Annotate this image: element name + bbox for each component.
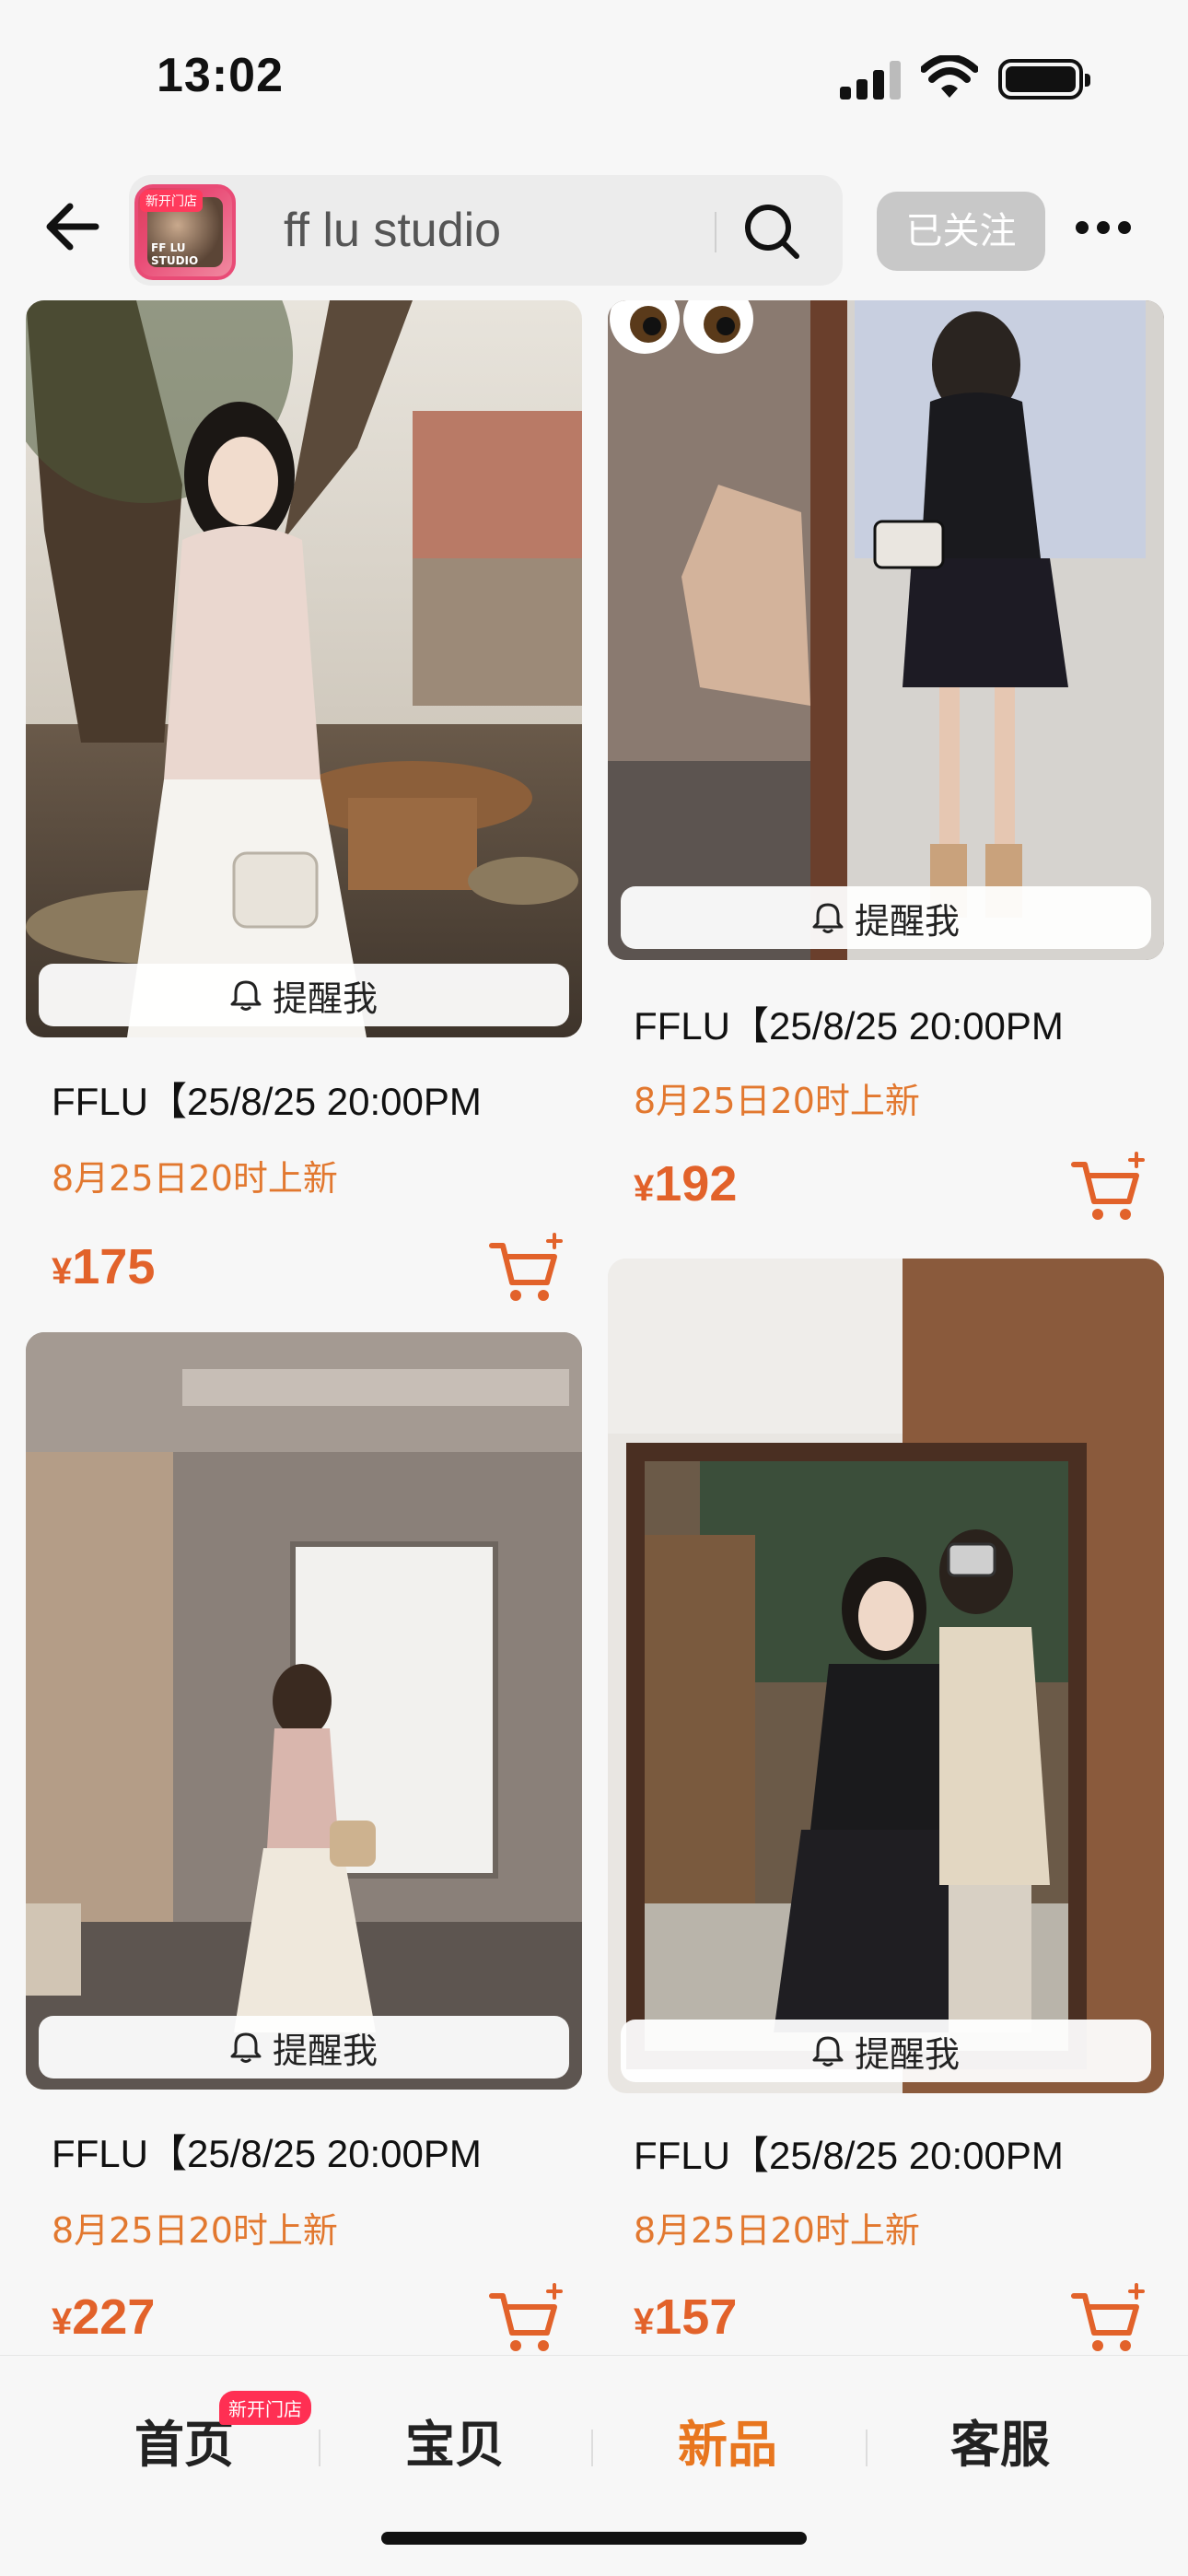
currency-symbol: ¥ xyxy=(634,2301,655,2342)
price-value: 175 xyxy=(72,1239,156,1294)
product-card[interactable]: 提醒我 FFLU【25/8/25 20:00PM 8月25日20时上新 ¥175 xyxy=(26,300,582,1314)
back-arrow-icon[interactable] xyxy=(37,190,111,263)
remind-me-label: 提醒我 xyxy=(854,900,960,942)
add-to-cart-icon[interactable] xyxy=(488,1231,565,1305)
product-price: ¥157 xyxy=(634,2289,737,2346)
add-to-cart-icon[interactable] xyxy=(1070,1150,1147,1224)
product-launch-time: 8月25日20时上新 xyxy=(634,2210,920,2251)
status-bar: 13:02 xyxy=(0,0,1188,157)
product-title[interactable]: FFLU【25/8/25 20:00PM xyxy=(634,995,1064,1051)
store-logo-text: FF LU STUDIO xyxy=(151,241,199,267)
more-options-icon[interactable] xyxy=(1076,216,1131,243)
price-value: 227 xyxy=(72,2289,156,2345)
product-image[interactable] xyxy=(608,1259,1164,2093)
remind-me-label: 提醒我 xyxy=(854,2033,960,2075)
add-to-cart-icon[interactable] xyxy=(1070,2281,1147,2355)
battery-icon xyxy=(998,59,1090,100)
follow-button[interactable]: 已关注 xyxy=(877,192,1045,271)
search-input[interactable]: ff lu studio xyxy=(284,203,501,258)
add-to-cart-icon[interactable] xyxy=(488,2281,565,2355)
product-image[interactable] xyxy=(26,300,582,1037)
nav-divider xyxy=(866,2430,868,2466)
product-price: ¥192 xyxy=(634,1155,737,1212)
bell-icon xyxy=(230,980,262,1011)
store-avatar-badge: 新开门店 xyxy=(140,190,203,212)
remind-me-button[interactable]: 提醒我 xyxy=(39,2016,569,2078)
product-launch-time: 8月25日20时上新 xyxy=(634,1081,920,1121)
nav-item-customer-service[interactable]: 客服 xyxy=(880,2404,1120,2476)
nav-divider xyxy=(319,2430,320,2466)
product-card[interactable]: 提醒我 FFLU【25/8/25 20:00PM 8月25日20时上新 ¥157 xyxy=(608,1259,1164,2355)
cellular-signal-icon xyxy=(840,61,904,100)
nav-divider xyxy=(591,2430,593,2466)
remind-me-label: 提醒我 xyxy=(272,2030,378,2071)
bell-icon xyxy=(812,2036,844,2067)
wifi-icon xyxy=(921,55,978,98)
product-price: ¥175 xyxy=(52,1238,155,1295)
price-value: 157 xyxy=(654,2289,738,2345)
remind-me-button[interactable]: 提醒我 xyxy=(39,964,569,1026)
product-title[interactable]: FFLU【25/8/25 20:00PM xyxy=(52,2123,482,2179)
nav-item-new-arrivals[interactable]: 新品 xyxy=(608,2404,847,2476)
bell-icon xyxy=(812,903,844,933)
product-image[interactable] xyxy=(608,300,1164,960)
product-image[interactable] xyxy=(26,1332,582,2090)
product-title[interactable]: FFLU【25/8/25 20:00PM xyxy=(52,1071,482,1127)
bell-icon xyxy=(230,2032,262,2063)
remind-me-label: 提醒我 xyxy=(272,978,378,1019)
product-price: ¥227 xyxy=(52,2289,155,2346)
currency-symbol: ¥ xyxy=(52,1251,73,1292)
home-indicator[interactable] xyxy=(381,2532,807,2545)
currency-symbol: ¥ xyxy=(52,2301,73,2342)
product-launch-time: 8月25日20时上新 xyxy=(52,2210,338,2251)
product-launch-time: 8月25日20时上新 xyxy=(52,1158,338,1199)
product-card[interactable]: 提醒我 FFLU【25/8/25 20:00PM 8月25日20时上新 ¥192 xyxy=(608,300,1164,1249)
new-store-badge: 新开门店 xyxy=(219,2391,311,2425)
remind-me-button[interactable]: 提醒我 xyxy=(621,2020,1151,2082)
search-icon[interactable] xyxy=(741,201,802,262)
status-time: 13:02 xyxy=(157,49,284,102)
store-header: 新开门店 FF LU STUDIO ff lu studio 已关注 xyxy=(0,157,1188,295)
product-card[interactable]: 提醒我 FFLU【25/8/25 20:00PM 8月25日20时上新 ¥227 xyxy=(26,1332,582,2355)
price-value: 192 xyxy=(654,1156,738,1212)
search-divider xyxy=(715,212,716,252)
remind-me-button[interactable]: 提醒我 xyxy=(621,886,1151,949)
currency-symbol: ¥ xyxy=(634,1168,655,1209)
store-search-bar[interactable]: 新开门店 FF LU STUDIO ff lu studio xyxy=(129,175,843,286)
nav-item-products[interactable]: 宝贝 xyxy=(335,2404,575,2476)
store-avatar[interactable]: 新开门店 FF LU STUDIO xyxy=(134,184,236,280)
product-title[interactable]: FFLU【25/8/25 20:00PM xyxy=(634,2125,1064,2181)
